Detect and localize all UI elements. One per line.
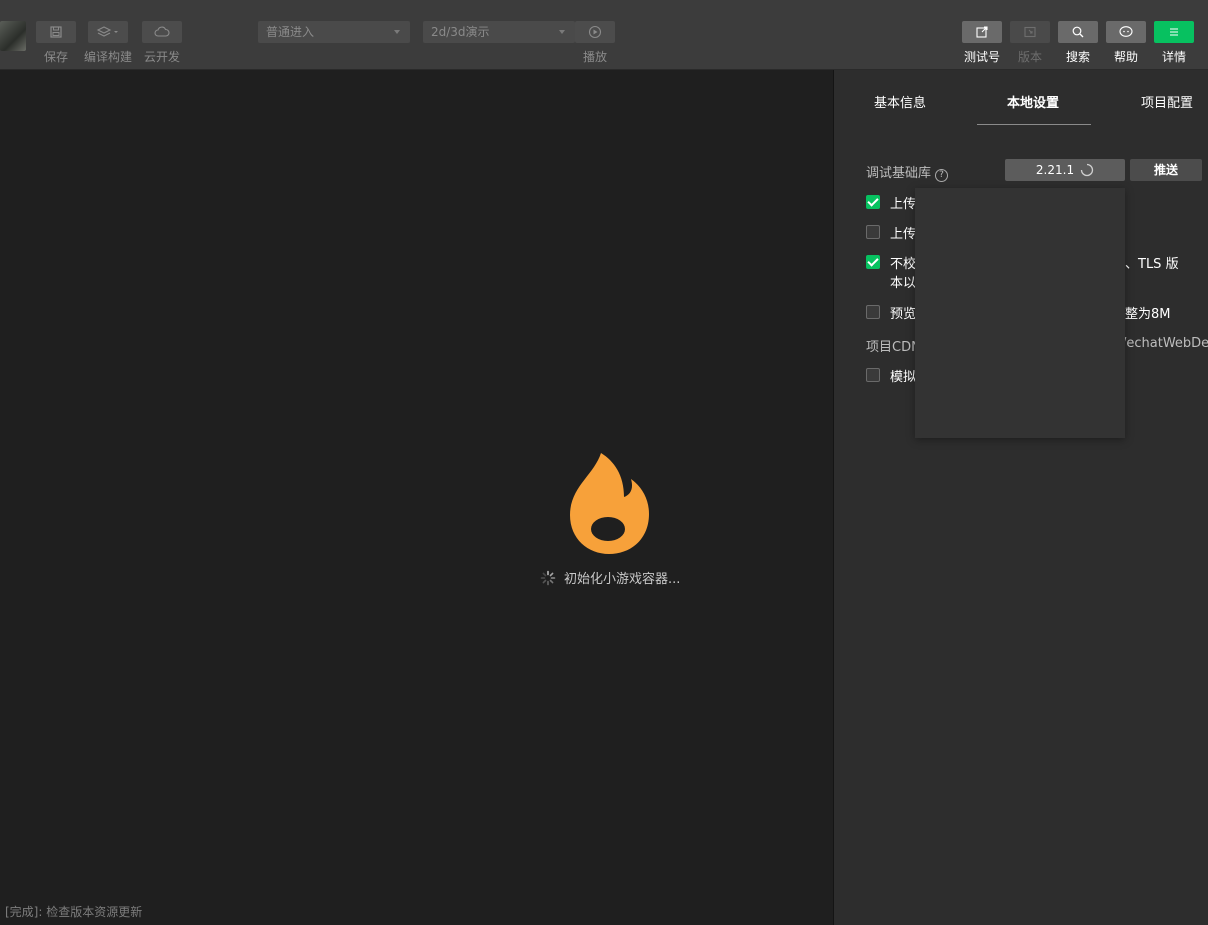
version-value: 2.21.1: [1035, 163, 1075, 177]
avatar[interactable]: [0, 21, 26, 51]
checkbox-opt2[interactable]: [866, 225, 880, 239]
mode-select[interactable]: 普通进入: [258, 21, 410, 43]
loading-indicator: 初始化小游戏容器...: [540, 568, 680, 587]
chat-icon: [1119, 26, 1133, 37]
opt5-label: 模拟: [890, 370, 917, 385]
details-button[interactable]: [1154, 21, 1194, 43]
loading-text: 初始化小游戏容器...: [564, 572, 681, 587]
play-button[interactable]: [575, 21, 615, 43]
play-icon: [588, 25, 602, 39]
version-dropdown-menu[interactable]: [915, 188, 1125, 438]
mode-select-value: 普通进入: [266, 25, 315, 39]
compile-label: 编译构建: [84, 50, 133, 64]
save-icon: [50, 26, 62, 38]
checkbox-opt1[interactable]: [866, 195, 880, 209]
flame-logo-icon: [570, 453, 649, 554]
loading-spinner-icon: [1080, 163, 1094, 177]
version-button[interactable]: [1010, 21, 1050, 43]
version-icon: [1024, 26, 1036, 38]
spinner-icon: [540, 570, 556, 585]
save-label: 保存: [44, 50, 69, 64]
toolbar: 保存 编译构建 云开发 普通进入 2d/3d演示 播放 测试号 版本 搜索 帮助…: [0, 0, 1208, 70]
tab-local-settings[interactable]: 本地设置: [1007, 92, 1059, 111]
active-tab-indicator: [977, 124, 1091, 125]
tab-project-config[interactable]: 项目配置: [1141, 92, 1193, 111]
checkbox-opt4[interactable]: [866, 305, 880, 319]
help-icon[interactable]: ?: [935, 169, 949, 182]
search-icon: [1072, 26, 1084, 38]
debug-lib-row: 调试基础库?: [866, 162, 949, 182]
details-label: 详情: [1161, 50, 1186, 64]
opt3-label-tail: 、TLS 版: [1125, 257, 1179, 272]
play-label: 播放: [583, 50, 608, 64]
status-text: [完成]: 检查版本资源更新: [5, 905, 143, 919]
cloud-label: 云开发: [144, 50, 181, 64]
scene-select-value: 2d/3d演示: [431, 25, 490, 39]
checkbox-opt3[interactable]: [866, 255, 880, 269]
search-button[interactable]: [1058, 21, 1098, 43]
push-button[interactable]: 推送: [1130, 159, 1202, 181]
devtools-window: 保存 编译构建 云开发 普通进入 2d/3d演示 播放 测试号 版本 搜索 帮助…: [0, 0, 1208, 925]
cdn-value-tail: /echatWebDev/: [1122, 336, 1208, 351]
external-link-icon: [976, 26, 988, 38]
save-button[interactable]: [36, 21, 76, 43]
opt4-label-tail: 整为8M: [1125, 307, 1171, 322]
tab-basic-info[interactable]: 基本信息: [874, 92, 926, 111]
cloud-icon: [154, 26, 170, 37]
opt1-label: 上传: [890, 197, 917, 212]
menu-icon: [1170, 28, 1178, 36]
chevron-down-icon: [394, 30, 400, 34]
debug-lib-label: 调试基础库: [866, 166, 932, 181]
layers-icon: [96, 26, 118, 37]
version-select[interactable]: 2.21.1: [1005, 159, 1125, 181]
cloud-button[interactable]: [142, 21, 182, 43]
test-account-button[interactable]: [962, 21, 1002, 43]
checkbox-opt5[interactable]: [866, 368, 880, 382]
cdn-label: 项目CDN: [866, 340, 921, 355]
opt3-label: 不校: [890, 257, 917, 272]
chevron-down-icon: [559, 30, 565, 34]
opt4-label: 预览: [890, 307, 917, 322]
compile-button[interactable]: [88, 21, 128, 43]
help-button[interactable]: [1106, 21, 1146, 43]
opt3-label-line2: 本以: [890, 276, 917, 291]
scene-select[interactable]: 2d/3d演示: [423, 21, 575, 43]
opt2-label: 上传: [890, 227, 917, 242]
simulator-view: [0, 70, 833, 925]
